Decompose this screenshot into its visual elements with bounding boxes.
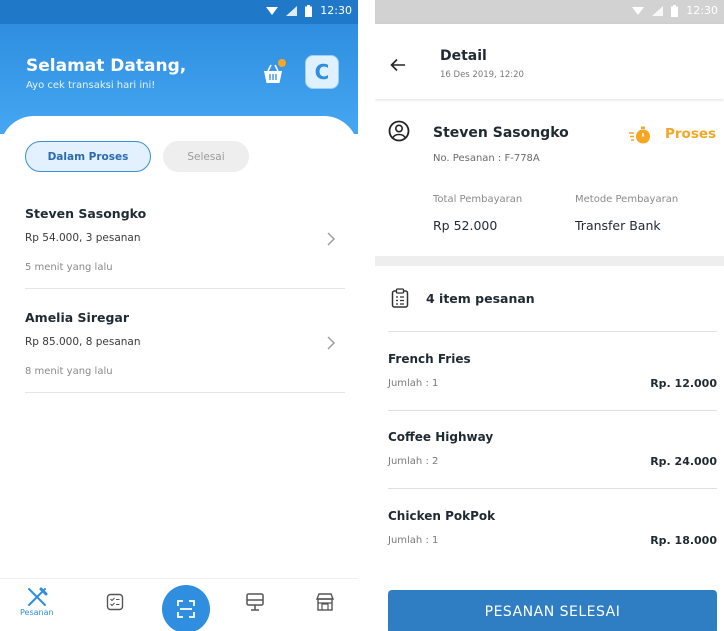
greeting: Selamat Datang, <box>26 56 187 76</box>
item-qty: Jumlah : 1 <box>388 378 439 389</box>
detail-screen: 12:30 Detail 16 Des 2019, 12:20 Steven S… <box>375 0 724 631</box>
order-time: 5 menit yang lalu <box>25 262 113 273</box>
chevron-right-icon <box>327 232 335 246</box>
tab-selesai[interactable]: Selesai <box>163 141 249 172</box>
item-price: Rp. 18.000 <box>650 534 717 547</box>
divider <box>25 288 345 289</box>
item-qty: Jumlah : 1 <box>388 535 439 546</box>
item-qty: Jumlah : 2 <box>388 456 439 467</box>
order-summary: Rp 85.000, 8 pesanan <box>25 336 141 348</box>
divider <box>388 488 717 489</box>
basket-icon[interactable] <box>262 64 284 84</box>
nav-item-menu[interactable] <box>245 592 265 612</box>
stopwatch-icon <box>629 126 650 144</box>
scan-button[interactable] <box>162 585 210 631</box>
order-datetime: 16 Des 2019, 12:20 <box>440 70 524 80</box>
order-number: No. Pesanan : F-778A <box>433 153 540 164</box>
item-price: Rp. 24.000 <box>650 455 717 468</box>
user-icon <box>388 120 410 142</box>
finish-order-button[interactable]: PESANAN SELESAI <box>388 590 717 631</box>
order-time: 8 menit yang lalu <box>25 366 113 377</box>
notification-dot <box>278 59 286 67</box>
status-bar: 12:30 <box>0 0 358 24</box>
status-time: 12:30 <box>686 4 718 17</box>
order-customer-name: Amelia Siregar <box>25 310 130 325</box>
payment-method-value: Transfer Bank <box>575 218 661 233</box>
store-icon <box>315 593 335 611</box>
list-item[interactable]: Steven Sasongko Rp 54.000, 3 pesanan 5 m… <box>25 206 345 306</box>
status-bar: 12:30 <box>375 0 724 24</box>
wifi-icon <box>632 6 645 15</box>
item-name: Coffee Highway <box>388 430 494 444</box>
item-name: Chicken PokPok <box>388 509 496 523</box>
nav-item-pesanan[interactable]: Pesanan <box>20 587 54 617</box>
total-payment-label: Total Pembayaran <box>433 194 523 205</box>
payment-method-label: Metode Pembayaran <box>575 194 679 205</box>
section-divider <box>375 256 724 266</box>
detail-app-bar <box>375 24 724 99</box>
scan-icon <box>177 600 195 618</box>
page-title: Detail <box>440 48 487 64</box>
item-name: French Fries <box>388 352 471 366</box>
back-arrow-icon[interactable] <box>390 58 406 72</box>
battery-icon <box>305 4 313 17</box>
order-summary: Rp 54.000, 3 pesanan <box>25 232 141 244</box>
greeting-subtitle: Ayo cek transaksi hari ini! <box>26 80 156 91</box>
item-price: Rp. 12.000 <box>650 377 717 390</box>
status-badge: Proses <box>665 126 717 142</box>
total-payment-value: Rp 52.000 <box>433 218 498 233</box>
tab-dalam-proses[interactable]: Dalam Proses <box>25 141 151 172</box>
order-customer-name: Steven Sasongko <box>25 206 147 221</box>
avatar[interactable]: C <box>305 55 339 89</box>
divider <box>25 392 345 393</box>
list-item[interactable]: Amelia Siregar Rp 85.000, 8 pesanan 8 me… <box>25 310 345 410</box>
wifi-icon <box>266 6 279 15</box>
nav-item-checklist[interactable] <box>106 593 124 611</box>
cutlery-icon <box>27 587 48 606</box>
status-time: 12:30 <box>320 4 352 17</box>
menu-board-icon <box>246 593 264 611</box>
nav-label-pesanan: Pesanan <box>20 608 54 617</box>
divider <box>388 331 717 332</box>
checklist-icon <box>106 593 124 611</box>
customer-name: Steven Sasongko <box>433 125 569 141</box>
divider <box>388 410 717 411</box>
signal-icon <box>286 5 298 16</box>
battery-icon <box>671 4 679 17</box>
items-count-title: 4 item pesanan <box>426 291 535 306</box>
home-screen: 12:30 Selamat Datang, Ayo cek transaksi … <box>0 0 358 631</box>
clipboard-icon <box>391 288 409 308</box>
chevron-right-icon <box>327 336 335 350</box>
nav-item-store[interactable] <box>315 592 335 612</box>
signal-icon <box>652 5 664 16</box>
